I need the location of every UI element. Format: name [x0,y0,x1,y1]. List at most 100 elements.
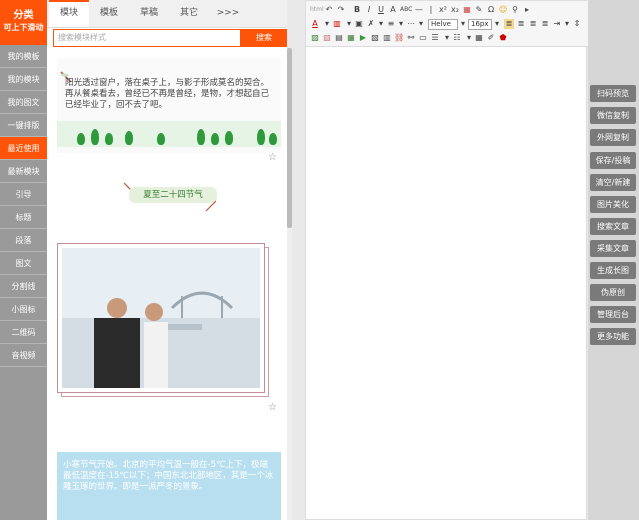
sidebar-item-recent[interactable]: 最近使用 [0,137,47,160]
superscript-icon[interactable]: x² [438,5,448,15]
tab-other[interactable]: 其它 [169,0,209,27]
redo-icon[interactable]: ↷ [336,5,346,15]
eraser-icon[interactable]: ✐ [486,33,496,43]
image-beautify-button[interactable]: 图片美化 [590,196,636,213]
code-icon[interactable]: ▥ [382,33,392,43]
sidebar-item-my-articles[interactable]: 我的图文 [0,91,47,114]
dropdown-icon[interactable]: ▾ [562,19,572,29]
border-icon[interactable]: A [388,5,398,15]
bold-icon[interactable]: B [352,5,362,15]
sidebar-item-my-templates[interactable]: 我的模板 [0,45,47,68]
undo-icon[interactable]: ↶ [324,5,334,15]
wechat-copy-button[interactable]: 微信复制 [590,107,636,124]
favorite-star-icon[interactable]: ☆ [268,152,277,163]
favorite-star-icon[interactable]: ☆ [268,402,277,413]
dropdown-icon[interactable]: ▾ [416,19,426,29]
tab-more[interactable]: >>> [211,0,245,27]
sidebar-item-small-icon[interactable]: 小图标 [0,298,47,321]
panel-scrollbar[interactable] [287,48,292,520]
sidebar-item-newest[interactable]: 最新模块 [0,160,47,183]
template-card-title[interactable]: 夏至二十四节气 [57,182,281,212]
ordered-list-icon[interactable]: ☰ [430,33,440,43]
collect-article-button[interactable]: 采集文章 [590,240,636,257]
clear-new-button[interactable]: 清空/新建 [590,174,636,191]
dropdown-icon[interactable]: ▾ [376,19,386,29]
more-functions-button[interactable]: 更多功能 [590,328,636,345]
search-input[interactable]: 搜索模块样式 [53,29,241,47]
search-article-button[interactable]: 搜索文章 [590,218,636,235]
multi-image-icon[interactable]: ▨ [322,33,332,43]
material-panel: 模块 模板 草稿 其它 >>> 搜索模块样式 搜索 阳光透过窗户，落在桌子上，与… [47,0,287,520]
template-icon[interactable]: ▤ [334,33,344,43]
table-icon[interactable]: ▦ [462,5,472,15]
unlink-icon[interactable]: ⚯ [406,33,416,43]
align-justify-icon[interactable]: ≣ [540,19,550,29]
tab-templates[interactable]: 模板 [89,0,129,27]
font-size-select[interactable]: 16px [468,19,492,30]
admin-backend-button[interactable]: 管理后台 [590,306,636,323]
paragraph-spacing-icon[interactable]: ⇕ [572,19,582,29]
template-card-winter[interactable]: 小寒节气开始。北京的平均气温一般在-5℃上下，极端最低温度在-15℃以下；中国东… [57,452,281,520]
dropdown-icon[interactable]: ▾ [464,33,474,43]
sidebar-item-paragraph[interactable]: 段落 [0,229,47,252]
sidebar-item-audio-video[interactable]: 音视频 [0,344,47,367]
unordered-list-icon[interactable]: ☷ [452,33,462,43]
line-height-icon[interactable]: ≡ [386,19,396,29]
sidebar-item-title[interactable]: 标题 [0,206,47,229]
scrollbar-thumb[interactable] [287,48,292,228]
sidebar-item-qrcode[interactable]: 二维码 [0,321,47,344]
chevron-down-icon[interactable]: ▾ [492,19,502,29]
generate-long-image-button[interactable]: 生成长图 [590,262,636,279]
dropdown-icon[interactable]: ▾ [322,19,332,29]
search-replace-icon[interactable]: ⚲ [510,5,520,15]
link-icon[interactable]: ⛓ [394,33,404,43]
align-center-icon[interactable]: ≣ [516,19,526,29]
highlight-icon[interactable]: ▥ [332,19,342,29]
dropdown-icon[interactable]: ▾ [442,33,452,43]
underline-icon[interactable]: U [376,5,386,15]
template-card-lotus[interactable]: 阳光透过窗户，落在桌子上，与影子形成莫名的契合。再从餐桌看去，曾经已不再是曾经，… [57,58,281,153]
html-icon[interactable]: html [310,5,324,15]
emoji-icon[interactable]: ☺ [498,5,508,15]
format-painter-icon[interactable]: ▣ [354,19,364,29]
rich-text-editor[interactable]: html ↶ ↷ B I U A ABC — | x² x₂ ▦ ✎ Ω ☺ ⚲… [305,0,588,520]
map-icon[interactable]: ▧ [370,33,380,43]
sidebar-item-divider[interactable]: 分割线 [0,275,47,298]
external-copy-button[interactable]: 外网复制 [590,129,636,146]
template-card-photo[interactable] [57,243,281,399]
sidebar-item-image-text[interactable]: 图文 [0,252,47,275]
align-right-icon[interactable]: ≣ [528,19,538,29]
scan-preview-button[interactable]: 扫码预览 [590,85,636,102]
gallery-icon[interactable]: ▦ [346,33,356,43]
dropdown-icon[interactable]: ▾ [344,19,354,29]
letter-spacing-icon[interactable]: ⋯ [406,19,416,29]
strikethrough-icon[interactable]: ABC [400,5,412,15]
print-icon[interactable]: ▦ [474,33,484,43]
horizontal-rule-icon[interactable]: — [414,5,424,15]
image-icon[interactable]: ▨ [310,33,320,43]
special-char-icon[interactable]: Ω [486,5,496,15]
subscript-icon[interactable]: x₂ [450,5,460,15]
sidebar-item-guide[interactable]: 引导 [0,183,47,206]
italic-icon[interactable]: I [364,5,374,15]
toolbar-toggle-icon[interactable]: ▸ [522,5,532,15]
video-icon[interactable]: ▶ [358,33,368,43]
font-family-select[interactable]: Helve [428,19,458,30]
indent-icon[interactable]: ⇥ [552,19,562,29]
sidebar-item-one-click-layout[interactable]: 一键排版 [0,114,47,137]
html5-icon[interactable]: ⬟ [498,33,508,43]
save-submit-button[interactable]: 保存/投稿 [590,152,636,169]
anchor-icon[interactable]: ▭ [418,33,428,43]
clear-format-icon[interactable]: ✗ [366,19,376,29]
pseudo-original-button[interactable]: 伪原创 [590,284,636,301]
sidebar-item-my-modules[interactable]: 我的模块 [0,68,47,91]
font-color-icon[interactable]: A [310,19,320,29]
brush-icon[interactable]: ✎ [474,5,484,15]
dropdown-icon[interactable]: ▾ [396,19,406,29]
tab-drafts[interactable]: 草稿 [129,0,169,27]
align-left-icon[interactable]: ≣ [504,19,514,29]
tab-modules[interactable]: 模块 [49,0,89,27]
search-button[interactable]: 搜索 [241,29,287,47]
chevron-down-icon[interactable]: ▾ [458,19,468,29]
remove-format-icon[interactable]: | [426,5,436,15]
